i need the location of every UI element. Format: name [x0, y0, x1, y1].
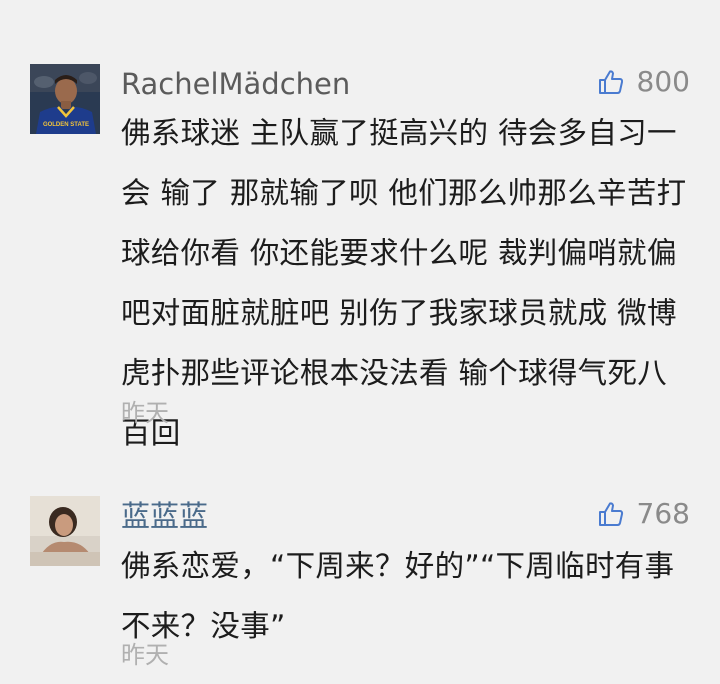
avatar[interactable]: GOLDEN STATE [30, 64, 100, 134]
comment-text: 佛系球迷 主队赢了挺高兴的 待会多自习一会 输了 那就输了呗 他们那么帅那么辛苦… [121, 116, 687, 450]
avatar-image: GOLDEN STATE [30, 64, 100, 134]
like-count: 800 [636, 65, 690, 98]
thumbs-up-icon [598, 502, 623, 526]
thumbs-up-icon [598, 70, 623, 94]
like-count: 768 [636, 497, 690, 530]
like-button[interactable]: 800 [597, 64, 690, 100]
timestamp: 昨天 [121, 641, 169, 669]
timestamp: 昨天 [121, 399, 169, 427]
avatar-jersey-text: GOLDEN STATE [43, 122, 89, 128]
username[interactable]: RachelMädchen [121, 66, 350, 102]
like-button[interactable]: 768 [597, 496, 690, 532]
username[interactable]: 蓝蓝蓝 [121, 498, 208, 534]
comment-text: 佛系恋爱，“下周来？好的”“下周临时有事不来？没事” [121, 549, 675, 643]
avatar[interactable] [30, 496, 100, 566]
avatar-image [30, 496, 100, 566]
